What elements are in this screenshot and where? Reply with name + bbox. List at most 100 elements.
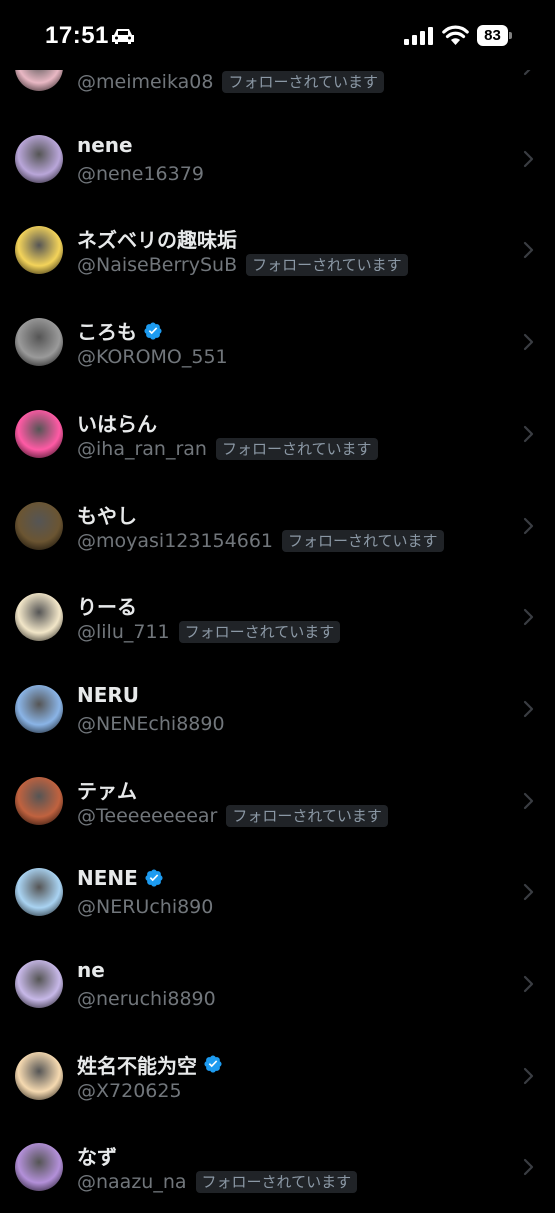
user-handle-line: @lilu_711 フォローされています (77, 621, 341, 644)
user-handle: @NENEchi8890 (77, 712, 225, 735)
user-name-text: いはらん (77, 411, 157, 436)
chevron-right-icon[interactable] (521, 516, 535, 536)
battery-indicator: 83 (477, 25, 512, 46)
chevron-right-icon[interactable] (521, 791, 535, 811)
user-row[interactable]: りーる @lilu_711 フォローされています (0, 571, 555, 663)
user-avatar[interactable] (15, 318, 63, 367)
user-handle: @Teeeeeeeear (77, 804, 218, 827)
user-handle-line: @KOROMO_551 (77, 346, 228, 368)
user-name-text: なず (77, 1145, 117, 1170)
user-name-text: もやし (77, 503, 137, 528)
user-avatar[interactable] (15, 501, 63, 550)
user-handle: @NaiseBerrySuB (77, 254, 238, 277)
follows-you-badge: フォローされています (222, 71, 385, 93)
user-display-name: ne (77, 958, 105, 982)
user-handle: @naazu_na (77, 1171, 187, 1194)
user-handle: @moyasi123154661 (77, 529, 273, 552)
chevron-right-icon[interactable] (521, 332, 535, 352)
follows-you-badge: フォローされています (226, 804, 388, 827)
user-avatar[interactable] (15, 1051, 63, 1100)
user-display-name: nene (77, 133, 133, 157)
user-handle-line: @X720625 (77, 1080, 182, 1102)
user-handle: @iha_ran_ran (77, 437, 207, 460)
user-name-text: NENE (77, 866, 138, 891)
user-avatar[interactable] (15, 1143, 63, 1192)
user-row[interactable]: NENE @NERUchi890 (0, 846, 555, 938)
user-name-text: りーる (77, 595, 137, 620)
user-handle: @neruchi8890 (77, 988, 216, 1010)
user-name-text: NERU (77, 682, 140, 707)
user-row[interactable]: nene @nene16379 (0, 113, 555, 205)
wifi-icon (442, 25, 469, 45)
user-handle-line: @NENEchi8890 (77, 713, 225, 735)
user-row[interactable]: ころも @KOROMO_551 (0, 296, 555, 388)
verified-badge-icon (203, 1054, 223, 1074)
chevron-right-icon[interactable] (521, 240, 535, 260)
user-handle: @NERUchi890 (77, 896, 214, 919)
chevron-right-icon[interactable] (521, 1157, 535, 1177)
user-name-text: ころも (77, 320, 137, 345)
user-avatar[interactable] (15, 593, 63, 642)
verified-badge-icon (144, 868, 164, 888)
verified-badge-icon (143, 321, 163, 341)
user-avatar[interactable] (15, 409, 63, 458)
user-name-text: nene (77, 132, 133, 157)
chevron-right-icon[interactable] (521, 699, 535, 719)
follows-you-badge: フォローされています (195, 1171, 358, 1194)
user-name-text: ネズベリの趣味垢 (77, 228, 237, 253)
cellular-signal-icon (404, 27, 433, 45)
user-display-name: ころも (77, 316, 163, 345)
user-handle: @nene16379 (77, 162, 204, 185)
user-avatar[interactable] (15, 684, 63, 733)
user-display-name: NENE (77, 866, 164, 890)
status-time: 17:51 (45, 22, 109, 49)
user-display-name: もやし (77, 500, 137, 529)
user-handle: @lilu_711 (77, 621, 170, 644)
user-avatar[interactable] (15, 868, 63, 917)
chevron-right-icon[interactable] (521, 149, 535, 169)
user-name-text: テァム (77, 778, 137, 803)
user-handle-line: @NERUchi890 (77, 896, 213, 918)
car-icon (112, 29, 134, 44)
user-handle-line: @moyasi123154661 フォローされています (77, 529, 444, 552)
user-row[interactable]: ne @neruchi8890 (0, 938, 555, 1030)
user-handle-line: @NaiseBerrySuB フォローされています (77, 254, 408, 277)
user-name-text: ne (77, 958, 105, 982)
user-display-name: ネズベリの趣味垢 (77, 224, 237, 253)
user-handle-line: @iha_ran_ran フォローされています (77, 437, 378, 460)
user-display-name: テァム (77, 775, 137, 804)
user-handle-line: @Teeeeeeeear フォローされています (77, 804, 388, 827)
user-handle-line: @nene16379 (77, 163, 204, 185)
battery-level: 83 (477, 25, 508, 46)
chevron-right-icon[interactable] (521, 974, 535, 994)
user-name-text: 姓名不能为空 (77, 1053, 197, 1078)
user-display-name: なず (77, 1141, 117, 1170)
chevron-right-icon[interactable] (521, 882, 535, 902)
user-display-name: 姓名不能为空 (77, 1050, 223, 1079)
follows-you-badge: フォローされています (246, 254, 408, 277)
chevron-right-icon[interactable] (521, 424, 535, 444)
user-handle: @X720625 (77, 1079, 182, 1102)
status-bar: 17:51 83 (0, 0, 555, 70)
user-row[interactable]: いはらん @iha_ran_ran フォローされています (0, 388, 555, 480)
user-avatar[interactable] (15, 134, 63, 183)
user-row[interactable]: なず @naazu_na フォローされています (0, 1121, 555, 1213)
user-handle: @KOROMO_551 (77, 346, 228, 369)
user-row[interactable]: NERU @NENEchi8890 (0, 663, 555, 755)
user-handle: @meimeika08 (77, 71, 214, 93)
chevron-right-icon[interactable] (521, 607, 535, 627)
user-row[interactable]: もやし @moyasi123154661 フォローされています (0, 480, 555, 572)
follows-you-badge: フォローされています (282, 529, 444, 552)
user-avatar[interactable] (15, 960, 63, 1008)
user-display-name: いはらん (77, 408, 157, 437)
user-handle-line: @meimeika08 フォローされています (77, 71, 385, 93)
follows-you-badge: フォローされています (178, 621, 341, 644)
user-row[interactable]: テァム @Teeeeeeeear フォローされています (0, 755, 555, 847)
chevron-right-icon[interactable] (521, 1066, 535, 1086)
user-row[interactable]: 姓名不能为空 @X720625 (0, 1030, 555, 1122)
user-row[interactable]: ネズベリの趣味垢 @NaiseBerrySuB フォローされています (0, 204, 555, 296)
user-display-name: りーる (77, 591, 137, 620)
user-handle-line: @naazu_na フォローされています (77, 1171, 358, 1194)
user-avatar[interactable] (15, 226, 63, 275)
user-avatar[interactable] (15, 776, 63, 825)
